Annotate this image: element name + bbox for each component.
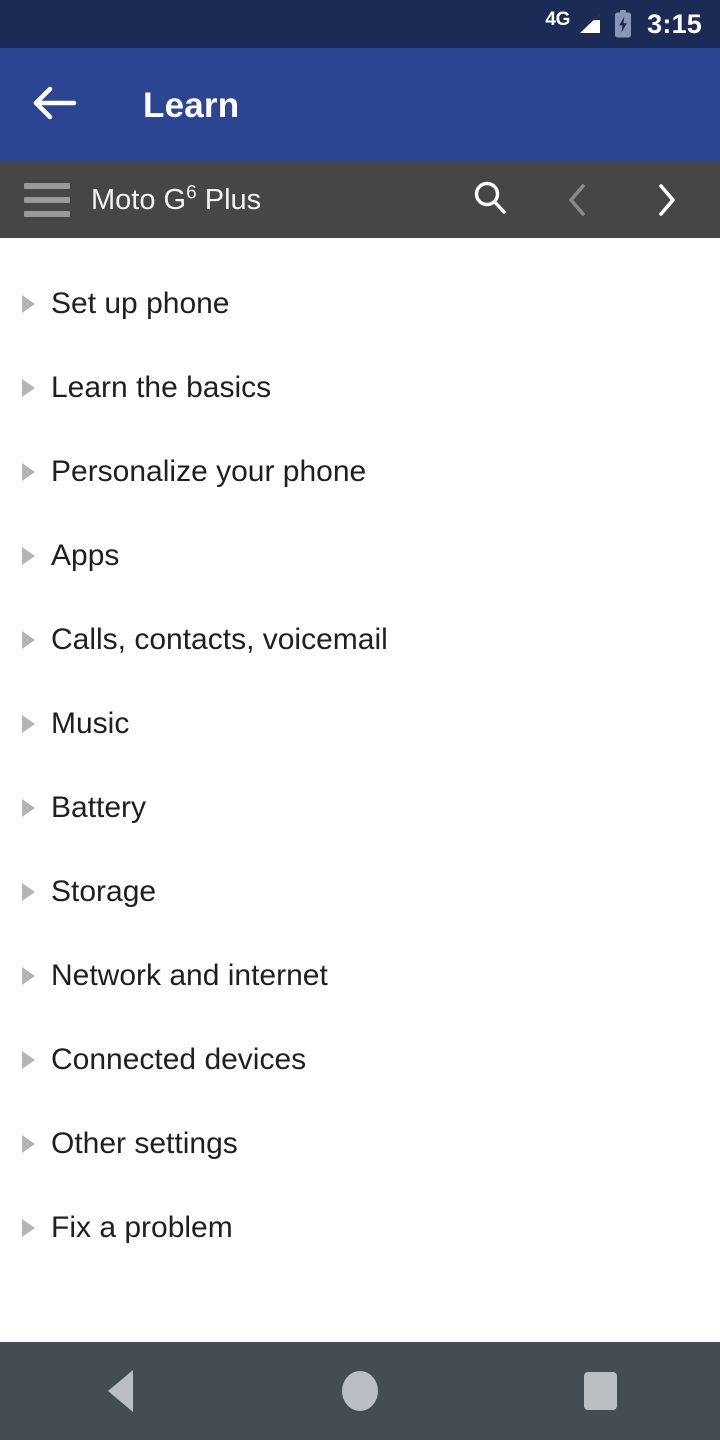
hamburger-line xyxy=(24,197,70,203)
signal-bars-full-icon xyxy=(576,12,602,36)
list-item-label: Fix a problem xyxy=(51,1211,233,1244)
android-recents-icon xyxy=(583,1372,617,1410)
list-item[interactable]: Other settings xyxy=(0,1102,720,1186)
search-button[interactable] xyxy=(446,162,534,238)
chevron-left-icon xyxy=(565,181,591,219)
device-name-prefix: Moto G xyxy=(91,183,187,216)
chevron-right-icon xyxy=(653,181,679,219)
status-bar: 4G 3:15 xyxy=(0,0,720,48)
list-item-label: Apps xyxy=(51,539,120,572)
device-name-suffix: Plus xyxy=(196,183,262,216)
battery-charging-icon xyxy=(613,10,633,38)
hamburger-line xyxy=(24,211,70,217)
triangle-right-bullet-icon xyxy=(22,1219,35,1237)
list-item[interactable]: Connected devices xyxy=(0,1018,720,1102)
triangle-right-bullet-icon xyxy=(22,967,35,985)
back-button[interactable] xyxy=(18,68,92,142)
android-home-icon xyxy=(342,1371,378,1411)
triangle-right-bullet-icon xyxy=(22,715,35,733)
list-item[interactable]: Music xyxy=(0,682,720,766)
list-item-label: Connected devices xyxy=(51,1043,307,1076)
android-back-icon xyxy=(107,1370,133,1412)
android-back-button[interactable] xyxy=(60,1342,180,1440)
list-item[interactable]: Apps xyxy=(0,514,720,598)
list-item[interactable]: Personalize your phone xyxy=(0,430,720,514)
list-item-label: Battery xyxy=(51,791,147,824)
list-item-label: Personalize your phone xyxy=(51,455,367,488)
device-toolbar: Moto G6 Plus xyxy=(0,162,720,238)
previous-page-button[interactable] xyxy=(534,162,622,238)
list-item[interactable]: Storage xyxy=(0,850,720,934)
triangle-right-bullet-icon xyxy=(22,631,35,649)
help-topic-list: Set up phone Learn the basics Personalize … xyxy=(0,262,720,1270)
device-name-superscript: 6 xyxy=(186,181,197,203)
android-navigation-bar xyxy=(0,1342,720,1440)
android-home-button[interactable] xyxy=(300,1342,420,1440)
list-item[interactable]: Learn the basics xyxy=(0,346,720,430)
list-item[interactable]: Set up phone xyxy=(0,262,720,346)
search-icon xyxy=(471,179,509,222)
toolbar-actions xyxy=(446,162,720,238)
android-recents-button[interactable] xyxy=(540,1342,660,1440)
phone-screen: 4G 3:15 Learn Moto G6 Plus Set up phone … xyxy=(0,0,720,1440)
list-item-label: Learn the basics xyxy=(51,371,272,404)
list-item[interactable]: Network and internet xyxy=(0,934,720,1018)
hamburger-menu-icon[interactable] xyxy=(24,183,70,217)
status-icon-group: 4G 3:15 xyxy=(545,10,702,38)
arrow-left-icon xyxy=(33,85,77,126)
list-item-label: Network and internet xyxy=(51,959,328,992)
list-item-label: Set up phone xyxy=(51,287,230,320)
list-item-label: Music xyxy=(51,707,130,740)
list-item-label: Storage xyxy=(51,875,157,908)
triangle-right-bullet-icon xyxy=(22,799,35,817)
app-bar: Learn xyxy=(0,48,720,162)
hamburger-line xyxy=(24,183,70,189)
page-title: Learn xyxy=(143,85,240,125)
help-topics-content: Set up phone Learn the basics Personalize … xyxy=(0,238,720,1342)
triangle-right-bullet-icon xyxy=(22,883,35,901)
list-item-label: Other settings xyxy=(51,1127,238,1160)
triangle-right-bullet-icon xyxy=(22,547,35,565)
list-item[interactable]: Battery xyxy=(0,766,720,850)
network-type-label: 4G xyxy=(545,8,571,30)
triangle-right-bullet-icon xyxy=(22,463,35,481)
triangle-right-bullet-icon xyxy=(22,379,35,397)
triangle-right-bullet-icon xyxy=(22,1051,35,1069)
triangle-right-bullet-icon xyxy=(22,295,35,313)
list-item[interactable]: Calls, contacts, voicemail xyxy=(0,598,720,682)
list-item[interactable]: Fix a problem xyxy=(0,1186,720,1270)
device-name-label: Moto G6 Plus xyxy=(91,183,262,216)
status-bar-clock: 3:15 xyxy=(647,8,702,39)
next-page-button[interactable] xyxy=(622,162,710,238)
triangle-right-bullet-icon xyxy=(22,1135,35,1153)
list-item-label: Calls, contacts, voicemail xyxy=(51,623,388,656)
